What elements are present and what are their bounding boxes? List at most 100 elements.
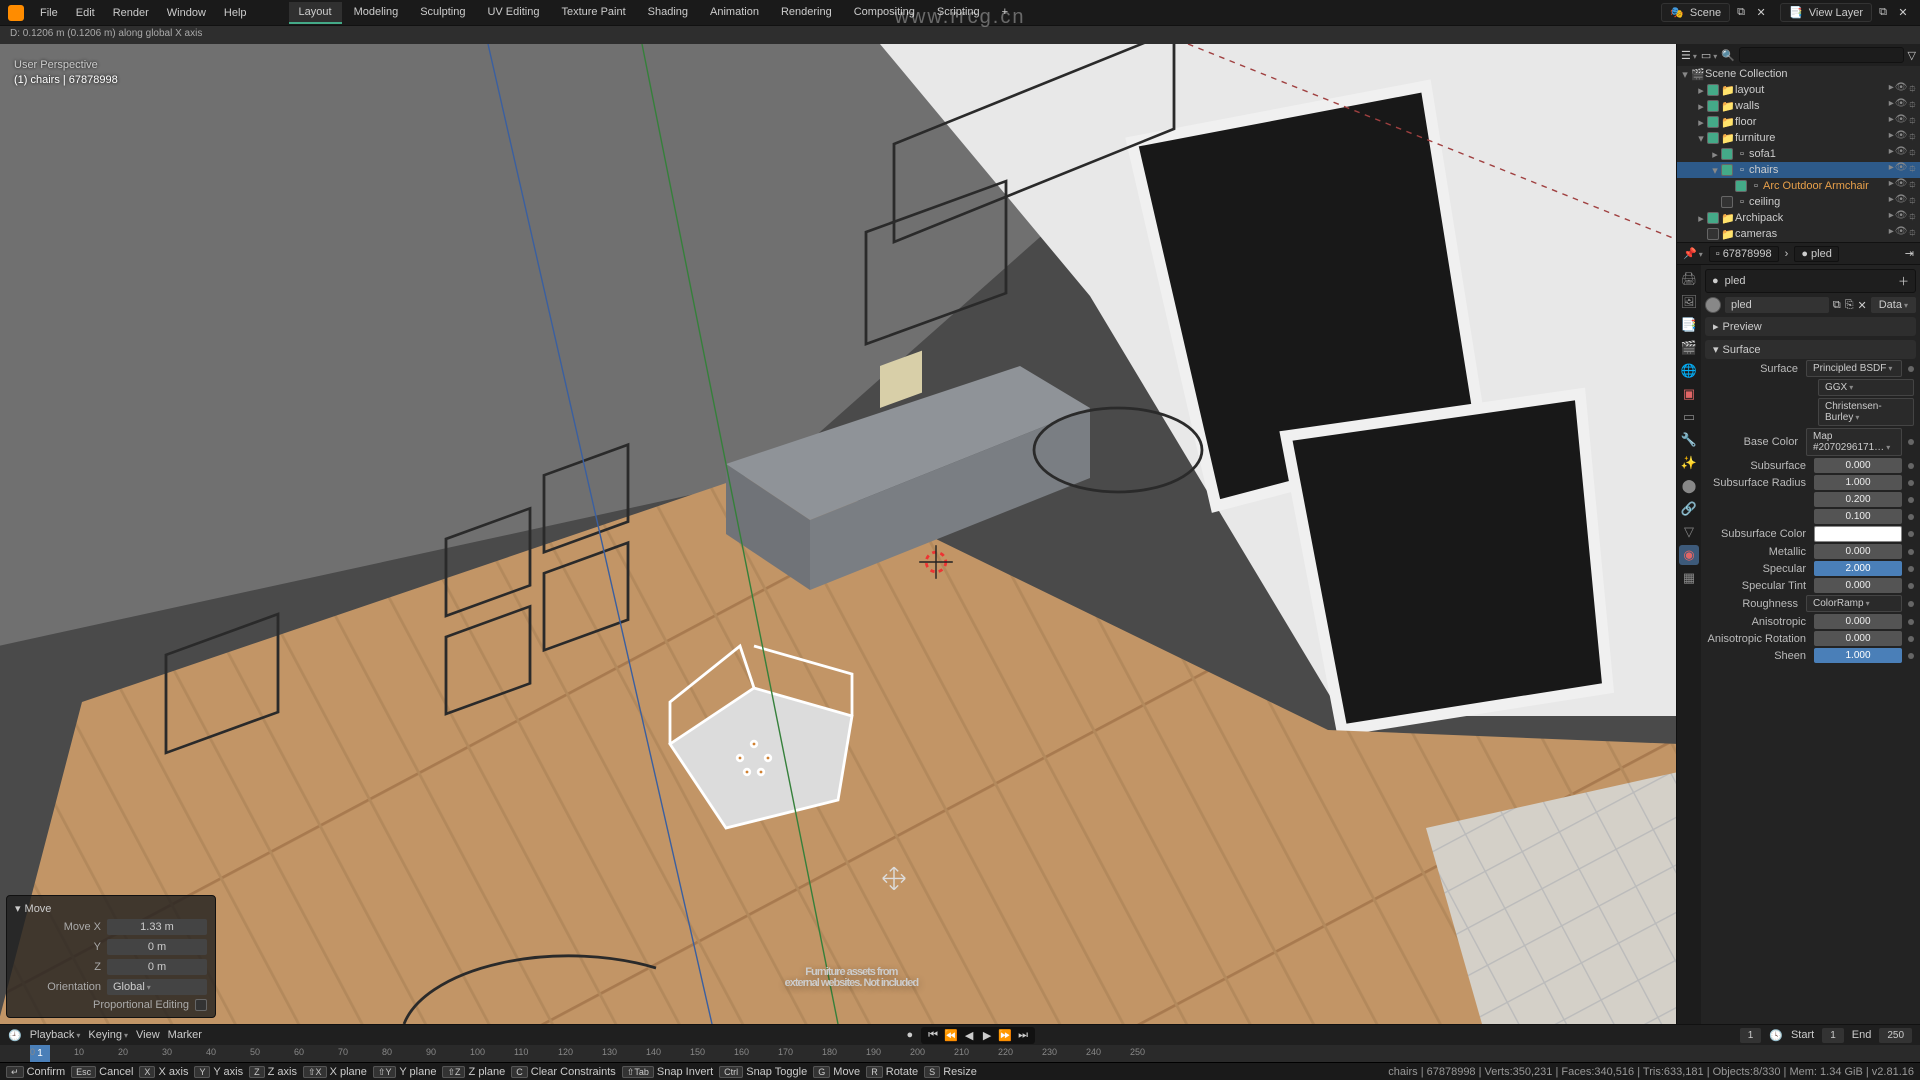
material-swatch-icon[interactable] xyxy=(1705,297,1721,313)
menu-window[interactable]: Window xyxy=(159,4,214,22)
outliner-display-icon[interactable]: ▭ xyxy=(1701,49,1717,62)
workspace-anim[interactable]: Animation xyxy=(700,2,769,24)
outliner-item-ceiling[interactable]: ▫ceiling▸👁⯐ xyxy=(1677,194,1920,210)
toggle-icon[interactable]: ⇥ xyxy=(1905,247,1914,260)
prop-edit-checkbox[interactable] xyxy=(195,999,207,1011)
outliner-item-sofa1[interactable]: ▸▫sofa1▸👁⯐ xyxy=(1677,146,1920,162)
section-surface[interactable]: ▾ Surface xyxy=(1705,340,1916,359)
context-object[interactable]: ▫ 67878998 xyxy=(1709,246,1779,262)
section-preview[interactable]: ▸ Preview xyxy=(1705,317,1916,336)
outliner-tree[interactable]: ▾🎬Scene Collection ▸📁layout▸👁⯐▸📁walls▸👁⯐… xyxy=(1677,66,1920,242)
tab-scene[interactable]: 🎬 xyxy=(1679,338,1699,358)
properties-context-row: 📌 ▫ 67878998 › ● pled ⇥ xyxy=(1677,243,1920,265)
tab-particles[interactable]: ✨ xyxy=(1679,453,1699,473)
tab-output[interactable]: 🖼 xyxy=(1679,292,1699,312)
delete-layer-icon[interactable]: ✕ xyxy=(1894,4,1912,22)
material-slot[interactable]: ●pled＋ xyxy=(1705,269,1916,293)
menu-file[interactable]: File xyxy=(32,4,66,22)
timeline-menu-playback[interactable]: Playback xyxy=(30,1029,81,1041)
end-label: End xyxy=(1852,1029,1872,1041)
context-material[interactable]: ● pled xyxy=(1794,246,1839,262)
timeline-menu-view[interactable]: View xyxy=(136,1029,160,1041)
surface-label: Surface xyxy=(1701,363,1802,375)
timeline-menu-marker[interactable]: Marker xyxy=(168,1029,202,1041)
redo-panel[interactable]: ▾Move Move X1.33 m Y0 m Z0 m Orientation… xyxy=(6,895,216,1018)
delete-scene-icon[interactable]: ✕ xyxy=(1752,4,1770,22)
outliner-search[interactable] xyxy=(1739,47,1904,63)
tab-material[interactable]: ◉ xyxy=(1679,545,1699,565)
tab-modifiers[interactable]: 🔧 xyxy=(1679,430,1699,450)
tick-130: 130 xyxy=(602,1047,617,1057)
workspace-layout[interactable]: Layout xyxy=(289,2,342,24)
menu-render[interactable]: Render xyxy=(105,4,157,22)
tab-world[interactable]: 🌐 xyxy=(1679,361,1699,381)
timeline-ruler[interactable]: 1 01020304050607080901001101201301401501… xyxy=(0,1045,1920,1062)
jump-end-icon[interactable]: ⏭ xyxy=(1015,1029,1031,1042)
pin-icon[interactable]: 📌 xyxy=(1683,247,1703,260)
tab-collection[interactable]: ▣ xyxy=(1679,384,1699,404)
tick-10: 10 xyxy=(74,1047,84,1057)
move-y-label: Y xyxy=(15,941,101,953)
orientation-dropdown[interactable]: Global xyxy=(107,979,207,995)
outliner-item-chairs[interactable]: ▾▫chairs▸👁⯐ xyxy=(1677,162,1920,178)
timeline-editor-icon[interactable]: 🕘 xyxy=(8,1029,22,1042)
start-frame-field[interactable]: 1 xyxy=(1822,1028,1844,1043)
workspace-script[interactable]: Scripting xyxy=(927,2,990,24)
surface-shader-dropdown[interactable]: Principled BSDF xyxy=(1806,360,1902,377)
workspace-add[interactable]: + xyxy=(992,2,1018,24)
end-frame-field[interactable]: 250 xyxy=(1879,1028,1912,1043)
copy-mat-icon[interactable]: ⧉ xyxy=(1833,299,1841,312)
new-mat-icon[interactable]: ⎘ xyxy=(1845,299,1854,312)
unlink-mat-icon[interactable]: ✕ xyxy=(1858,299,1867,312)
status-bar: ↵ ConfirmEsc CancelX X axisY Y axisZ Z a… xyxy=(0,1062,1920,1080)
preview-range-icon[interactable]: 🕓 xyxy=(1769,1029,1783,1042)
tab-object[interactable]: ▭ xyxy=(1679,407,1699,427)
sss-method-dropdown[interactable]: Christensen-Burley xyxy=(1818,398,1914,426)
menu-help[interactable]: Help xyxy=(216,4,255,22)
workspace-modeling[interactable]: Modeling xyxy=(344,2,409,24)
keyframe-next-icon[interactable]: ⏩ xyxy=(997,1029,1013,1042)
outliner-item-layout[interactable]: ▸📁layout▸👁⯐ xyxy=(1677,82,1920,98)
workspace-shading[interactable]: Shading xyxy=(638,2,698,24)
workspace-sculpting[interactable]: Sculpting xyxy=(410,2,475,24)
tab-render[interactable]: 🖨 xyxy=(1679,269,1699,289)
jump-start-icon[interactable]: ⏮ xyxy=(925,1029,941,1042)
tab-texture[interactable]: ▦ xyxy=(1679,568,1699,588)
distribution-dropdown[interactable]: GGX xyxy=(1818,379,1914,396)
timeline-menu-keying[interactable]: Keying xyxy=(88,1029,128,1041)
workspace-comp[interactable]: Compositing xyxy=(844,2,925,24)
outliner-item-cameras[interactable]: 📁cameras▸👁⯐ xyxy=(1677,226,1920,242)
material-name-field[interactable]: pled xyxy=(1725,297,1829,313)
outliner-item-floor[interactable]: ▸📁floor▸👁⯐ xyxy=(1677,114,1920,130)
material-link-dropdown[interactable]: Data xyxy=(1871,297,1916,313)
move-z-value[interactable]: 0 m xyxy=(107,959,207,975)
outliner-item-arc-outdoor-armchair[interactable]: ▫Arc Outdoor Armchair▸👁⯐ xyxy=(1677,178,1920,194)
workspace-uv[interactable]: UV Editing xyxy=(477,2,549,24)
tab-constraints[interactable]: 🔗 xyxy=(1679,499,1699,519)
prop-specular: Specular2.000 xyxy=(1701,560,1920,577)
tab-viewlayer[interactable]: 📑 xyxy=(1679,315,1699,335)
play-rev-icon[interactable]: ◀ xyxy=(961,1029,977,1042)
outliner-item-walls[interactable]: ▸📁walls▸👁⯐ xyxy=(1677,98,1920,114)
menu-edit[interactable]: Edit xyxy=(68,4,103,22)
outliner-item-furniture[interactable]: ▾📁furniture▸👁⯐ xyxy=(1677,130,1920,146)
outliner-mode-icon[interactable]: ☰ xyxy=(1681,49,1697,62)
3d-viewport[interactable]: User Perspective (1) chairs | 67878998 F… xyxy=(0,44,1676,1024)
view-layer-selector[interactable]: 📑View Layer xyxy=(1780,3,1872,22)
move-y-value[interactable]: 0 m xyxy=(107,939,207,955)
current-frame-field[interactable]: 1 xyxy=(1740,1028,1762,1043)
tab-physics[interactable]: ⬤ xyxy=(1679,476,1699,496)
new-scene-icon[interactable]: ⧉ xyxy=(1732,4,1750,22)
filter-icon[interactable]: ▽ xyxy=(1908,49,1916,62)
workspace-render[interactable]: Rendering xyxy=(771,2,842,24)
workspace-tex[interactable]: Texture Paint xyxy=(551,2,635,24)
move-x-value[interactable]: 1.33 m xyxy=(107,919,207,935)
tab-mesh[interactable]: ▽ xyxy=(1679,522,1699,542)
outliner-item-archipack[interactable]: ▸📁Archipack▸👁⯐ xyxy=(1677,210,1920,226)
autokey-icon[interactable]: ● xyxy=(906,1029,913,1041)
play-icon[interactable]: ▶ xyxy=(979,1029,995,1042)
scene-selector[interactable]: 🎭Scene xyxy=(1661,3,1730,22)
new-layer-icon[interactable]: ⧉ xyxy=(1874,4,1892,22)
tick-170: 170 xyxy=(778,1047,793,1057)
keyframe-prev-icon[interactable]: ⏪ xyxy=(943,1029,959,1042)
